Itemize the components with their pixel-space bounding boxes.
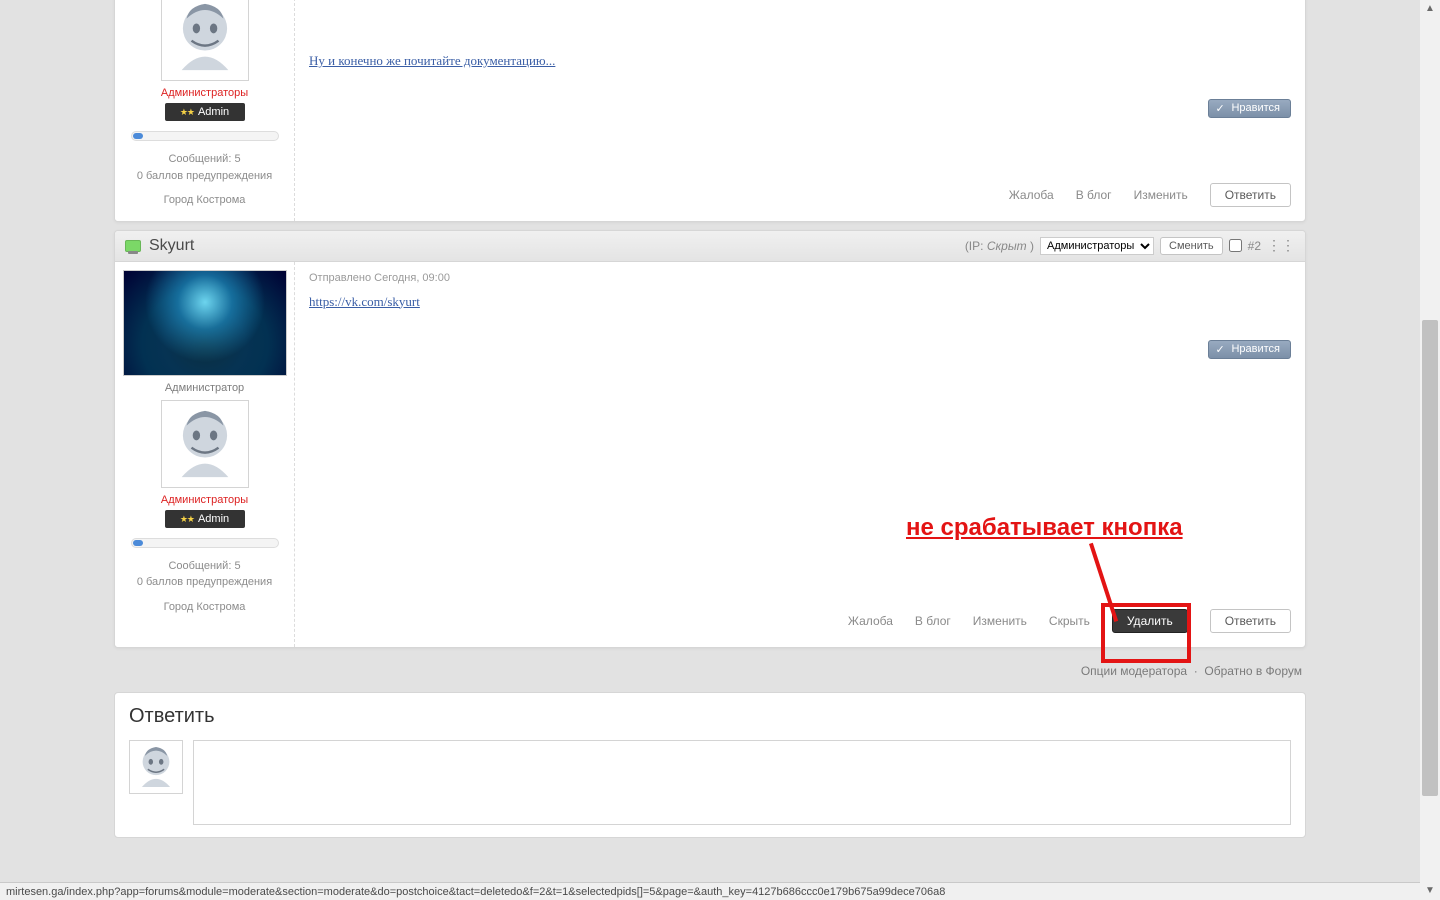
warn-progress [131,131,279,141]
scroll-down-icon[interactable]: ▼ [1420,882,1440,900]
reply-textarea[interactable] [193,740,1291,825]
admin-badge: ★★Admin [165,510,245,528]
reply-button[interactable]: Ответить [1210,183,1291,207]
group-select[interactable]: Администраторы [1040,237,1154,255]
reply-heading: Ответить [129,705,1291,728]
current-user-avatar [129,740,183,794]
user-meta: Сообщений: 5 0 баллов предупреждения Гор… [115,151,294,209]
select-post-checkbox[interactable] [1229,239,1242,252]
post-actions: Жалоба В блог Изменить Ответить [309,183,1291,207]
user-meta: Сообщений: 5 0 баллов предупреждения Гор… [115,558,294,616]
back-to-forum[interactable]: Обратно в Форум [1204,664,1302,678]
edit-link[interactable]: Изменить [1134,188,1188,202]
moderator-options[interactable]: Опции модератора [1081,664,1187,678]
post-header: Skyurt (IP: Скрыт ) Администраторы Смени… [115,231,1305,262]
post-number[interactable]: #2 [1248,239,1261,253]
edit-link[interactable]: Изменить [973,614,1027,628]
post-time: Отправлено Сегодня, 09:00 [309,272,1291,284]
avatar-icon [130,741,182,793]
documentation-link[interactable]: Ну и конечно же почитайте документацию..… [309,53,555,68]
post-1: Администраторы ★★Admin Сообщений: 5 0 ба… [114,0,1306,222]
like-button[interactable]: Нравится [1208,340,1291,359]
scroll-up-icon[interactable]: ▲ [1420,0,1440,18]
user-role: Администратор [115,382,294,394]
post-2: Skyurt (IP: Скрыт ) Администраторы Смени… [114,230,1306,648]
change-group-button[interactable]: Сменить [1160,237,1223,255]
scroll-thumb[interactable] [1422,320,1438,795]
blog-link[interactable]: В блог [915,614,951,628]
vk-link[interactable]: https://vk.com/skyurt [309,294,420,309]
warn-progress [131,538,279,548]
reply-button[interactable]: Ответить [1210,609,1291,633]
status-bar: mirtesen.ga/index.php?app=forums&module=… [0,882,1420,900]
user-group: Администраторы [115,87,294,99]
online-icon [125,240,141,252]
user-panel: Администраторы ★★Admin Сообщений: 5 0 ба… [115,0,295,221]
avatar-large[interactable] [123,270,287,376]
avatar-icon [162,0,248,80]
author-name[interactable]: Skyurt [149,237,194,255]
admin-badge: ★★Admin [165,103,245,121]
scrollbar[interactable]: ▲ ▼ [1420,0,1440,900]
user-panel: Администратор Администраторы ★★Admin Соо… [115,262,295,647]
like-button[interactable]: Нравится [1208,99,1291,118]
reply-box: Ответить [114,692,1306,838]
report-link[interactable]: Жалоба [1009,188,1054,202]
avatar[interactable] [161,0,249,81]
hide-link[interactable]: Скрыть [1049,614,1090,628]
avatar-icon [162,401,248,487]
annotation-text: не срабатывает кнопка [906,514,1183,542]
user-group: Администраторы [115,494,294,506]
share-icon[interactable]: ⋮⋮ [1267,237,1295,254]
report-link[interactable]: Жалоба [848,614,893,628]
avatar-small[interactable] [161,400,249,488]
blog-link[interactable]: В блог [1076,188,1112,202]
ip-label: (IP: Скрыт ) [965,239,1034,253]
